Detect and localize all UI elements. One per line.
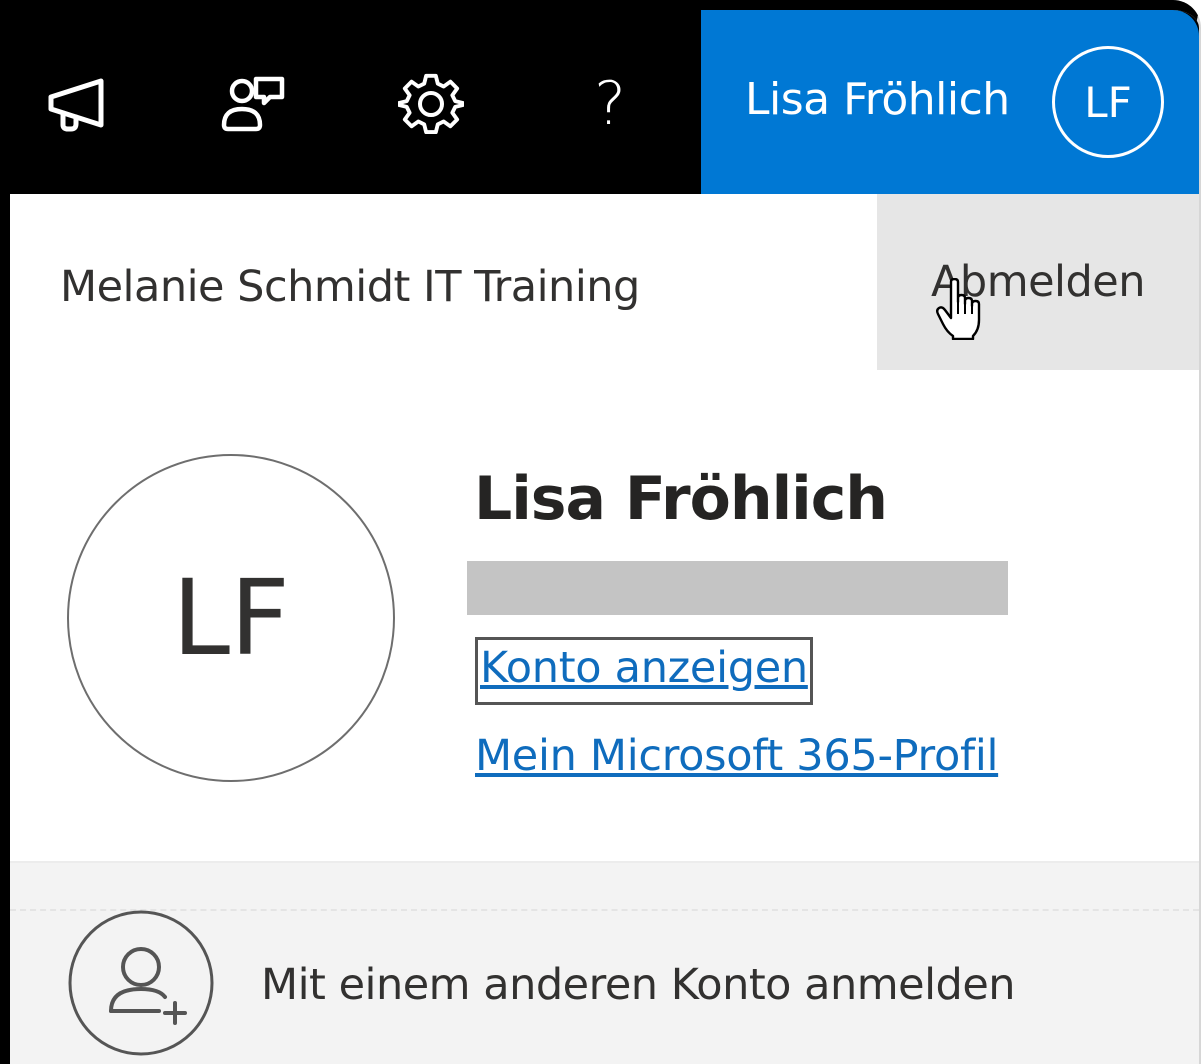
help-glyph: ? (594, 69, 626, 139)
profile-avatar: LF (67, 454, 395, 782)
megaphone-icon[interactable] (32, 54, 122, 154)
view-account-link[interactable]: Konto anzeigen (475, 637, 813, 705)
signout-button[interactable]: Abmelden (877, 194, 1199, 370)
organization-name: Melanie Schmidt IT Training (60, 262, 640, 312)
m365-profile-link[interactable]: Mein Microsoft 365-Profil (475, 728, 998, 784)
add-person-icon (68, 910, 214, 1056)
add-account-button[interactable]: Mit einem anderen Konto anmelden (10, 863, 1199, 1064)
user-name: Lisa Fröhlich (745, 74, 1010, 125)
help-icon[interactable]: ? (565, 54, 655, 154)
feedback-icon[interactable] (209, 54, 299, 154)
account-manager-panel: ? Lisa Fröhlich LF Melanie Schmidt IT Tr… (0, 0, 1201, 1064)
user-account-button[interactable]: Lisa Fröhlich LF (701, 10, 1199, 194)
hand-cursor-icon (936, 278, 981, 340)
top-bar: ? Lisa Fröhlich LF (10, 10, 1199, 194)
add-account-label: Mit einem anderen Konto anmelden (261, 960, 1016, 1010)
profile-name: Lisa Fröhlich (474, 464, 888, 534)
avatar: LF (1052, 46, 1164, 158)
gear-icon[interactable] (386, 54, 476, 154)
redacted-email (467, 561, 1008, 615)
